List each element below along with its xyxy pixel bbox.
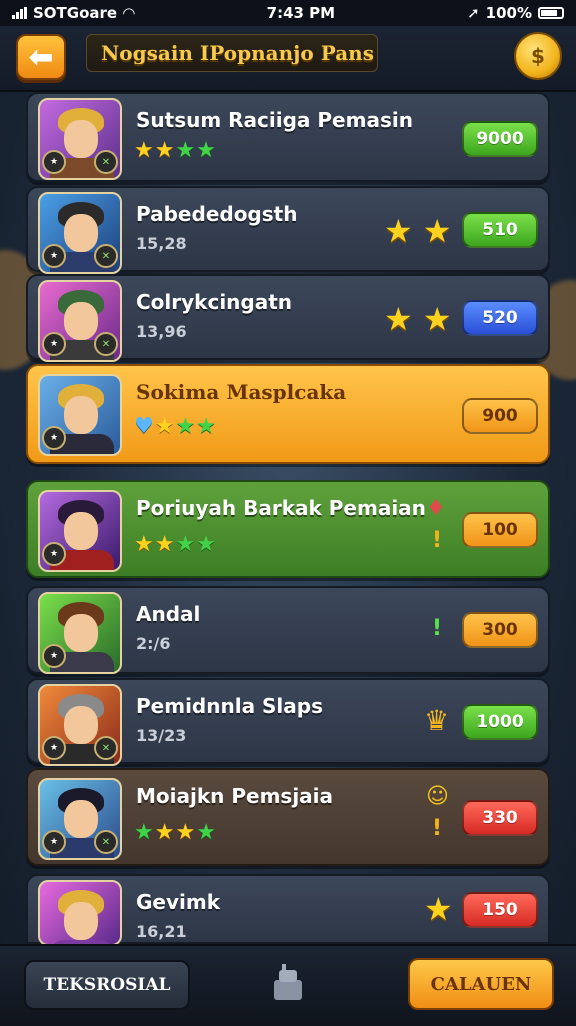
avatar: ★ ✕ [38, 684, 122, 766]
player-stat: 13/23 [136, 726, 187, 745]
player-stat: 15,28 [136, 234, 187, 253]
level-badge-icon: ★ [42, 244, 66, 268]
class-badge-icon: ✕ [94, 332, 118, 356]
level-badge-icon: ★ [42, 644, 66, 668]
rating-stars: ★★★★ [134, 532, 217, 557]
avatar: ★ [38, 374, 122, 456]
coin-button[interactable]: $ [514, 32, 562, 80]
avatar: ★ ✕ [38, 98, 122, 180]
level-badge-icon: ★ [42, 332, 66, 356]
clock: 7:43 PM [266, 4, 336, 22]
player-name: Sokima Masplcaka [136, 380, 347, 404]
avatar: ★ [38, 490, 122, 572]
status-bar: SOTGoare ◠ 7:43 PM ➚ 100% [0, 0, 576, 26]
confirm-button[interactable]: CALAUEN [408, 958, 554, 1010]
level-badge-icon: ★ [42, 736, 66, 760]
gem-icon: ♦ [426, 496, 446, 521]
price-button[interactable]: 330 [462, 800, 538, 836]
player-card-selected[interactable]: ★ Sokima Masplcaka ♥★★★ 900 [26, 364, 550, 464]
rating-stars: ★★★★ [134, 820, 217, 845]
avatar: ★ [38, 592, 122, 674]
player-name: Sutsum Raciiga Pemasin [136, 108, 413, 132]
player-name: Andal [136, 602, 201, 626]
avatar: ★ ✕ [38, 778, 122, 860]
class-badge-icon: ✕ [94, 830, 118, 854]
arrow-left-icon: ⬅ [28, 39, 54, 75]
header: ⬅ Nogsain IPopnanjo Pans $ [0, 26, 576, 92]
rating-stars: ★ ★ [384, 212, 452, 250]
price-button[interactable]: 1000 [462, 704, 538, 740]
page-title: Nogsain IPopnanjo Pans [86, 34, 378, 72]
player-stat: 13,96 [136, 322, 187, 341]
class-badge-icon: ✕ [94, 150, 118, 174]
tutorial-button[interactable]: TEKSROSIAL [24, 960, 190, 1010]
price-button[interactable]: 510 [462, 212, 538, 248]
carrier-label: SOTGoare [33, 4, 118, 22]
player-name: Colrykcingatn [136, 290, 293, 314]
back-button[interactable]: ⬅ [16, 34, 66, 80]
avatar: ★ ✕ [38, 192, 122, 274]
player-card[interactable]: ★ ✕ Pemidnnla Slaps 13/23 ♛ 1000 [26, 678, 550, 766]
price-button[interactable]: 300 [462, 612, 538, 648]
coin-icon: $ [531, 44, 545, 68]
price-button[interactable]: 900 [462, 398, 538, 434]
rating-stars: ★ ★ [384, 300, 452, 338]
price-button[interactable]: 150 [462, 892, 538, 928]
price-button[interactable]: 9000 [462, 121, 538, 157]
exclamation-icon: ! [432, 816, 443, 841]
player-card[interactable]: ★ ✕ Moiajkn Pemsjaia ★★★★ ☺ ! 330 [26, 768, 550, 866]
price-button[interactable]: 520 [462, 300, 538, 336]
avatar [38, 880, 122, 946]
class-badge-icon: ✕ [94, 736, 118, 760]
player-name: Moiajkn Pemsjaia [136, 784, 334, 808]
level-badge-icon: ★ [42, 542, 66, 566]
player-name: Pabededogsth [136, 202, 298, 226]
player-name: Gevimk [136, 890, 221, 914]
player-name: Pemidnnla Slaps [136, 694, 324, 718]
battery-icon [538, 7, 564, 19]
player-card[interactable]: ★ Andal 2:/6 ! 300 [26, 586, 550, 674]
location-icon: ➚ [467, 4, 480, 22]
crown-icon: ♛ [424, 704, 450, 737]
smiley-icon: ☺ [426, 784, 449, 809]
battery-percent: 100% [485, 4, 532, 22]
player-card[interactable]: ★ ✕ Pabededogsth 15,28 ★ ★ 510 [26, 186, 550, 274]
wifi-icon: ◠ [123, 4, 135, 22]
character-icon[interactable] [266, 960, 310, 1004]
player-card[interactable]: ★ ✕ Colrykcingatn 13,96 ★ ★ 520 [26, 274, 550, 362]
level-badge-icon: ★ [42, 830, 66, 854]
player-stat: 2:/6 [136, 634, 171, 653]
level-badge-icon: ★ [42, 426, 66, 450]
bottom-bar: TEKSROSIAL CALAUEN [0, 944, 576, 1026]
avatar: ★ ✕ [38, 280, 122, 362]
class-badge-icon: ✕ [94, 244, 118, 268]
player-card[interactable]: ★ ✕ Sutsum Raciiga Pemasin ★★★★ 9000 [26, 92, 550, 182]
signal-icon [12, 7, 27, 19]
rating-stars: ♥★★★ [134, 414, 217, 439]
exclamation-icon: ! [432, 616, 443, 641]
rating-stars: ★★★★ [134, 138, 217, 163]
price-button[interactable]: 100 [462, 512, 538, 548]
player-card[interactable]: Gevimk 16,21 ★ 150 [26, 874, 550, 946]
player-name: Poriuyah Barkak Pemaian [136, 496, 426, 520]
player-card[interactable]: ★ Poriuyah Barkak Pemaian ★★★★ ♦ ! 100 [26, 480, 550, 578]
rating-stars: ★ [424, 890, 453, 928]
level-badge-icon: ★ [42, 150, 66, 174]
exclamation-icon: ! [432, 528, 443, 553]
player-stat: 16,21 [136, 922, 187, 941]
